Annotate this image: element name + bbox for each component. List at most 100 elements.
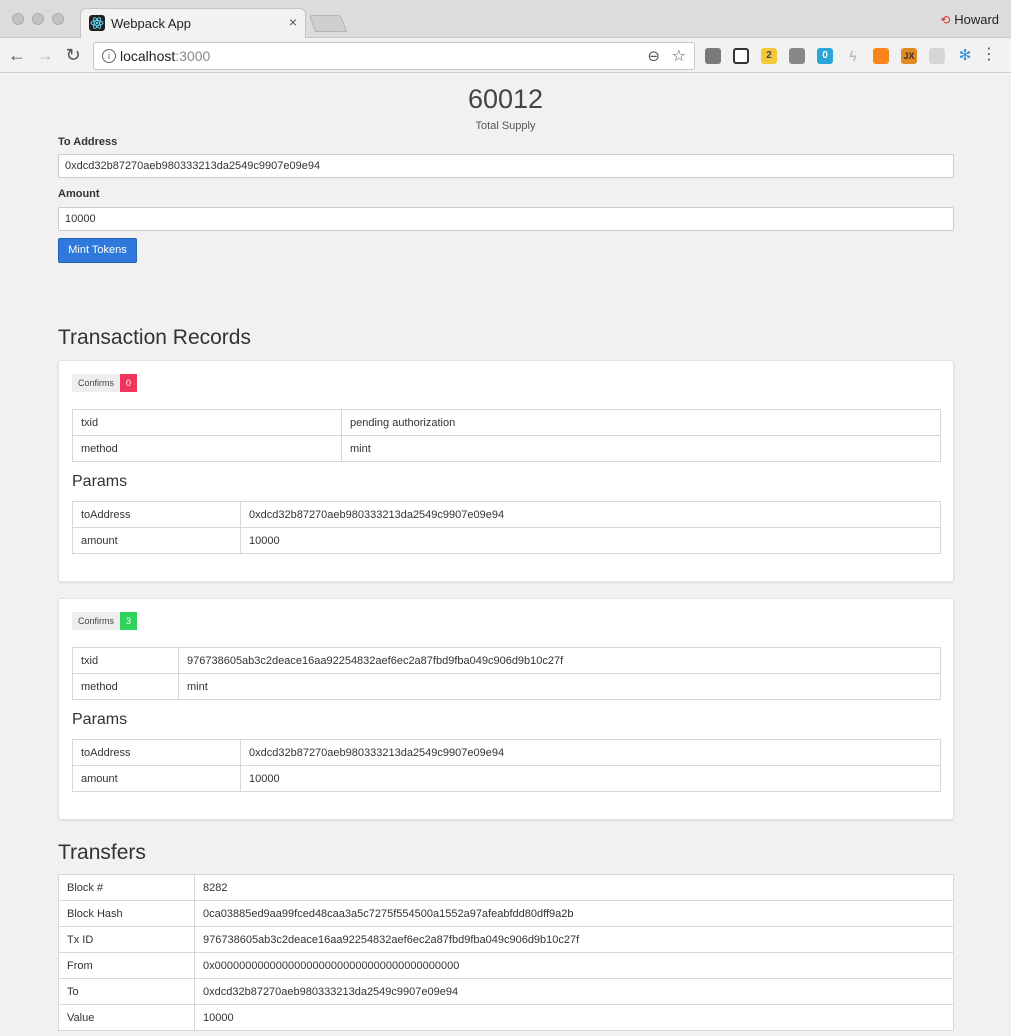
lightning-icon[interactable]: ϟ <box>845 48 861 64</box>
confirms-label: Confirms <box>72 612 121 630</box>
shield-icon[interactable] <box>929 48 945 64</box>
confirms-badge: Confirms 3 <box>72 612 138 630</box>
qr-code-icon[interactable] <box>733 48 749 64</box>
transfers-table: Block # 8282 Block Hash 0ca03885ed9aa99f… <box>58 874 954 1031</box>
forward-icon[interactable]: → <box>34 45 56 66</box>
profile-name: Howard <box>954 12 999 27</box>
maximize-window-button[interactable] <box>52 13 64 25</box>
block-hash-value: 0ca03885ed9aa99fced48caa3a5c7275f554500a… <box>194 900 954 927</box>
info-icon[interactable]: i <box>102 49 116 63</box>
table-row: Block # 8282 <box>58 874 954 901</box>
total-supply-value: 60012 <box>467 84 544 114</box>
to-label: To <box>58 978 195 1005</box>
confirms-count: 0 <box>120 374 138 392</box>
menu-icon[interactable]: ⋮ <box>981 47 997 63</box>
params-title: Params <box>72 473 128 490</box>
browser-tab-bar: Webpack App × ⟲ Howard <box>0 0 1011 38</box>
to-value: 0xdcd32b87270aeb980333213da2549c9907e09e… <box>194 978 954 1005</box>
pocket-icon[interactable] <box>705 48 721 64</box>
new-tab-button[interactable] <box>308 15 348 32</box>
block-number-value: 8282 <box>194 874 954 901</box>
txid-value: pending authorization <box>341 409 941 436</box>
transaction-table: txid 976738605ab3c2deace16aa92254832aef6… <box>72 647 941 700</box>
table-row: txid 976738605ab3c2deace16aa92254832aef6… <box>72 647 941 674</box>
confirms-count: 3 <box>120 612 138 630</box>
amount-input[interactable]: 10000 <box>58 207 954 231</box>
table-row: To 0xdcd32b87270aeb980333213da2549c9907e… <box>58 978 954 1005</box>
table-row: method mint <box>72 673 941 700</box>
zoom-icon[interactable]: ⊖ <box>647 47 660 65</box>
confirms-badge: Confirms 0 <box>72 374 138 392</box>
transaction-table: txid pending authorization method mint <box>72 409 941 462</box>
tab-title: Webpack App <box>111 16 191 31</box>
amount-param-value: 10000 <box>240 527 941 554</box>
table-row: method mint <box>72 435 941 462</box>
table-row: toAddress 0xdcd32b87270aeb980333213da254… <box>72 501 941 528</box>
reload-icon[interactable]: ↻ <box>62 45 84 66</box>
metamask-icon[interactable] <box>873 48 889 64</box>
tab-close-icon[interactable]: × <box>289 14 297 30</box>
table-row: txid pending authorization <box>72 409 941 436</box>
extension-yellow-icon[interactable]: 2 <box>761 48 777 64</box>
to-address-param-label: toAddress <box>72 739 241 766</box>
react-icon <box>89 15 105 31</box>
transfers-title: Transfers <box>58 841 146 864</box>
table-row: Value 10000 <box>58 1004 954 1031</box>
transaction-card: Confirms 0 txid pending authorization met… <box>58 360 954 582</box>
table-row: Tx ID 976738605ab3c2deace16aa92254832aef… <box>58 926 954 953</box>
pinwheel-icon[interactable]: ✻ <box>957 48 973 64</box>
params-table: toAddress 0xdcd32b87270aeb980333213da254… <box>72 501 941 554</box>
transaction-card: Confirms 3 txid 976738605ab3c2deace16aa92… <box>58 598 954 820</box>
amount-param-label: amount <box>72 527 241 554</box>
method-value: mint <box>178 673 941 700</box>
amount-label: Amount <box>58 188 100 200</box>
method-value: mint <box>341 435 941 462</box>
close-window-button[interactable] <box>12 13 24 25</box>
tx-id-label: Tx ID <box>58 926 195 953</box>
back-icon[interactable]: ← <box>6 45 28 66</box>
minimize-window-button[interactable] <box>32 13 44 25</box>
block-hash-label: Block Hash <box>58 900 195 927</box>
total-supply-label: Total Supply <box>475 120 536 132</box>
table-row: amount 10000 <box>72 765 941 792</box>
browser-tab[interactable]: Webpack App × <box>80 8 306 38</box>
txid-value: 976738605ab3c2deace16aa92254832aef6ec2a8… <box>178 647 941 674</box>
from-label: From <box>58 952 195 979</box>
params-title: Params <box>72 711 128 728</box>
extension-badge: 0 <box>822 50 828 61</box>
from-value: 0x00000000000000000000000000000000000000… <box>194 952 954 979</box>
address-bar[interactable]: i localhost:3000 ⊖ ☆ <box>93 42 695 70</box>
table-row: amount 10000 <box>72 527 941 554</box>
profile-button[interactable]: ⟲ Howard <box>940 12 999 27</box>
amount-param-value: 10000 <box>240 765 941 792</box>
table-row: Block Hash 0ca03885ed9aa99fced48caa3a5c7… <box>58 900 954 927</box>
params-table: toAddress 0xdcd32b87270aeb980333213da254… <box>72 739 941 792</box>
mint-tokens-button[interactable]: Mint Tokens <box>58 238 137 263</box>
extension-badge: 2 <box>766 50 772 61</box>
ghostery-icon[interactable]: 0 <box>817 48 833 64</box>
to-address-input[interactable]: 0xdcd32b87270aeb980333213da2549c9907e09e… <box>58 154 954 178</box>
ublock-icon[interactable] <box>789 48 805 64</box>
method-label: method <box>72 673 179 700</box>
extension-badge: JX <box>903 51 915 61</box>
table-row: toAddress 0xdcd32b87270aeb980333213da254… <box>72 739 941 766</box>
amount-param-label: amount <box>72 765 241 792</box>
to-address-param-label: toAddress <box>72 501 241 528</box>
confirms-label: Confirms <box>72 374 121 392</box>
tx-id-value: 976738605ab3c2deace16aa92254832aef6ec2a8… <box>194 926 954 953</box>
to-address-param-value: 0xdcd32b87270aeb980333213da2549c9907e09e… <box>240 501 941 528</box>
to-address-label: To Address <box>58 136 118 148</box>
to-address-param-value: 0xdcd32b87270aeb980333213da2549c9907e09e… <box>240 739 941 766</box>
transaction-records-title: Transaction Records <box>58 326 251 349</box>
url-host: localhost <box>120 48 176 64</box>
txid-label: txid <box>72 409 342 436</box>
jx-icon[interactable]: JX <box>901 48 917 64</box>
url-text[interactable]: localhost:3000 <box>120 48 210 64</box>
bookmark-star-icon[interactable]: ☆ <box>672 46 686 66</box>
value-label: Value <box>58 1004 195 1031</box>
block-number-label: Block # <box>58 874 195 901</box>
table-row: From 0x000000000000000000000000000000000… <box>58 952 954 979</box>
profile-icon: ⟲ <box>940 13 951 27</box>
method-label: method <box>72 435 342 462</box>
url-port: :3000 <box>175 48 211 64</box>
